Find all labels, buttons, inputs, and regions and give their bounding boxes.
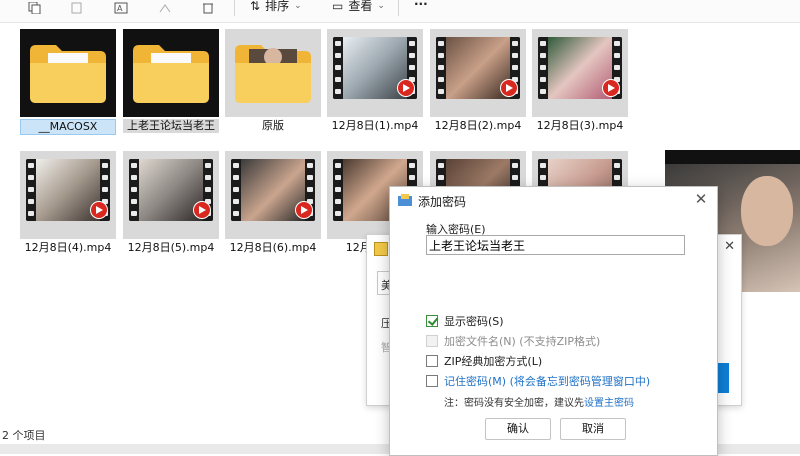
dialog-title: 添加密码 bbox=[418, 195, 467, 209]
zip-classic-label: ZIP经典加密方式(L) bbox=[444, 355, 543, 368]
security-note: 注：密码没有安全加密，建议先设置主密码 bbox=[444, 394, 634, 409]
share-icon[interactable] bbox=[158, 2, 174, 16]
file-name: 12月8日(6).mp4 bbox=[229, 241, 317, 254]
play-icon bbox=[295, 201, 313, 219]
toolbar-divider bbox=[398, 0, 399, 16]
view-button[interactable]: ▭ 查看 ⌄ bbox=[332, 0, 385, 14]
item-count: 2 个项目 bbox=[2, 429, 46, 442]
play-icon bbox=[397, 79, 415, 97]
set-master-password-link[interactable]: 设置主密码 bbox=[584, 398, 634, 409]
sort-icon: ⇅ bbox=[250, 0, 261, 13]
video-thumbnail bbox=[538, 37, 622, 99]
paste-icon[interactable] bbox=[70, 2, 86, 16]
play-icon bbox=[602, 79, 620, 97]
file-name: 12月8日(2).mp4 bbox=[434, 119, 522, 132]
file-name: 12月8日(4).mp4 bbox=[24, 241, 112, 254]
file-name: 12月8日(1).mp4 bbox=[331, 119, 419, 132]
sort-button[interactable]: ⇅ 排序 ⌄ bbox=[250, 0, 302, 14]
toolbar-divider bbox=[234, 0, 235, 16]
dialog-titlebar: 添加密码 ✕ bbox=[390, 187, 717, 213]
chevron-down-icon: ⌄ bbox=[377, 0, 385, 11]
note-text: 注：密码没有安全加密，建议先 bbox=[444, 398, 584, 409]
close-icon[interactable]: ✕ bbox=[724, 239, 735, 254]
folder-icon bbox=[133, 45, 209, 103]
zip-classic-checkbox[interactable] bbox=[426, 355, 438, 367]
folder-icon bbox=[235, 45, 311, 103]
folder-icon bbox=[30, 45, 106, 103]
view-label: 查看 bbox=[348, 0, 373, 13]
svg-text:A: A bbox=[117, 4, 123, 13]
video-thumbnail bbox=[231, 159, 315, 221]
video-thumbnail bbox=[26, 159, 110, 221]
sort-label: 排序 bbox=[265, 0, 290, 13]
explorer-toolbar: A ⇅ 排序 ⌄ ▭ 查看 ⌄ ··· bbox=[0, 0, 800, 23]
encrypt-filenames-label: 加密文件名(N) (不支持ZIP格式) bbox=[444, 335, 601, 348]
encrypt-filenames-option: 加密文件名(N) (不支持ZIP格式) bbox=[426, 333, 600, 349]
play-icon bbox=[500, 79, 518, 97]
remember-password-checkbox[interactable] bbox=[426, 375, 438, 387]
file-name: 上老王论坛当老王 bbox=[123, 119, 219, 133]
copy-icon[interactable] bbox=[28, 2, 44, 16]
video-thumbnail bbox=[333, 37, 417, 99]
show-password-checkbox[interactable] bbox=[426, 315, 438, 327]
view-icon: ▭ bbox=[332, 0, 344, 13]
remember-password-option[interactable]: 记住密码(M) (将会备忘到密码管理窗口中) bbox=[426, 373, 650, 389]
add-password-dialog: 添加密码 ✕ 输入密码(E) 显示密码(S) 加密文件名(N) (不支持ZIP格… bbox=[389, 186, 718, 456]
video-thumbnail bbox=[129, 159, 213, 221]
play-icon bbox=[193, 201, 211, 219]
file-name: 12月8日(5).mp4 bbox=[127, 241, 215, 254]
show-password-option[interactable]: 显示密码(S) bbox=[426, 313, 504, 329]
show-password-label: 显示密码(S) bbox=[444, 315, 504, 328]
close-icon[interactable]: ✕ bbox=[693, 190, 709, 208]
file-name: __MACOSX bbox=[20, 119, 116, 135]
delete-icon[interactable] bbox=[202, 2, 218, 16]
file-name: 原版 bbox=[262, 119, 284, 132]
confirm-button[interactable]: 确认 bbox=[485, 418, 551, 440]
cancel-button[interactable]: 取消 bbox=[560, 418, 626, 440]
zip-classic-option[interactable]: ZIP经典加密方式(L) bbox=[426, 353, 542, 369]
password-input[interactable] bbox=[426, 235, 685, 255]
video-thumbnail bbox=[436, 37, 520, 99]
file-name: 12月8日(3).mp4 bbox=[536, 119, 624, 132]
play-icon bbox=[90, 201, 108, 219]
encrypt-filenames-checkbox bbox=[426, 335, 438, 347]
rename-icon[interactable]: A bbox=[114, 2, 130, 16]
archive-icon bbox=[374, 242, 388, 256]
preview-image bbox=[741, 176, 793, 246]
archive-icon bbox=[398, 194, 412, 206]
status-bar: 2 个项目 bbox=[0, 424, 390, 444]
remember-password-label: 记住密码(M) (将会备忘到密码管理窗口中) bbox=[444, 375, 651, 388]
more-options-button[interactable]: ··· bbox=[414, 0, 428, 11]
chevron-down-icon: ⌄ bbox=[294, 0, 302, 11]
